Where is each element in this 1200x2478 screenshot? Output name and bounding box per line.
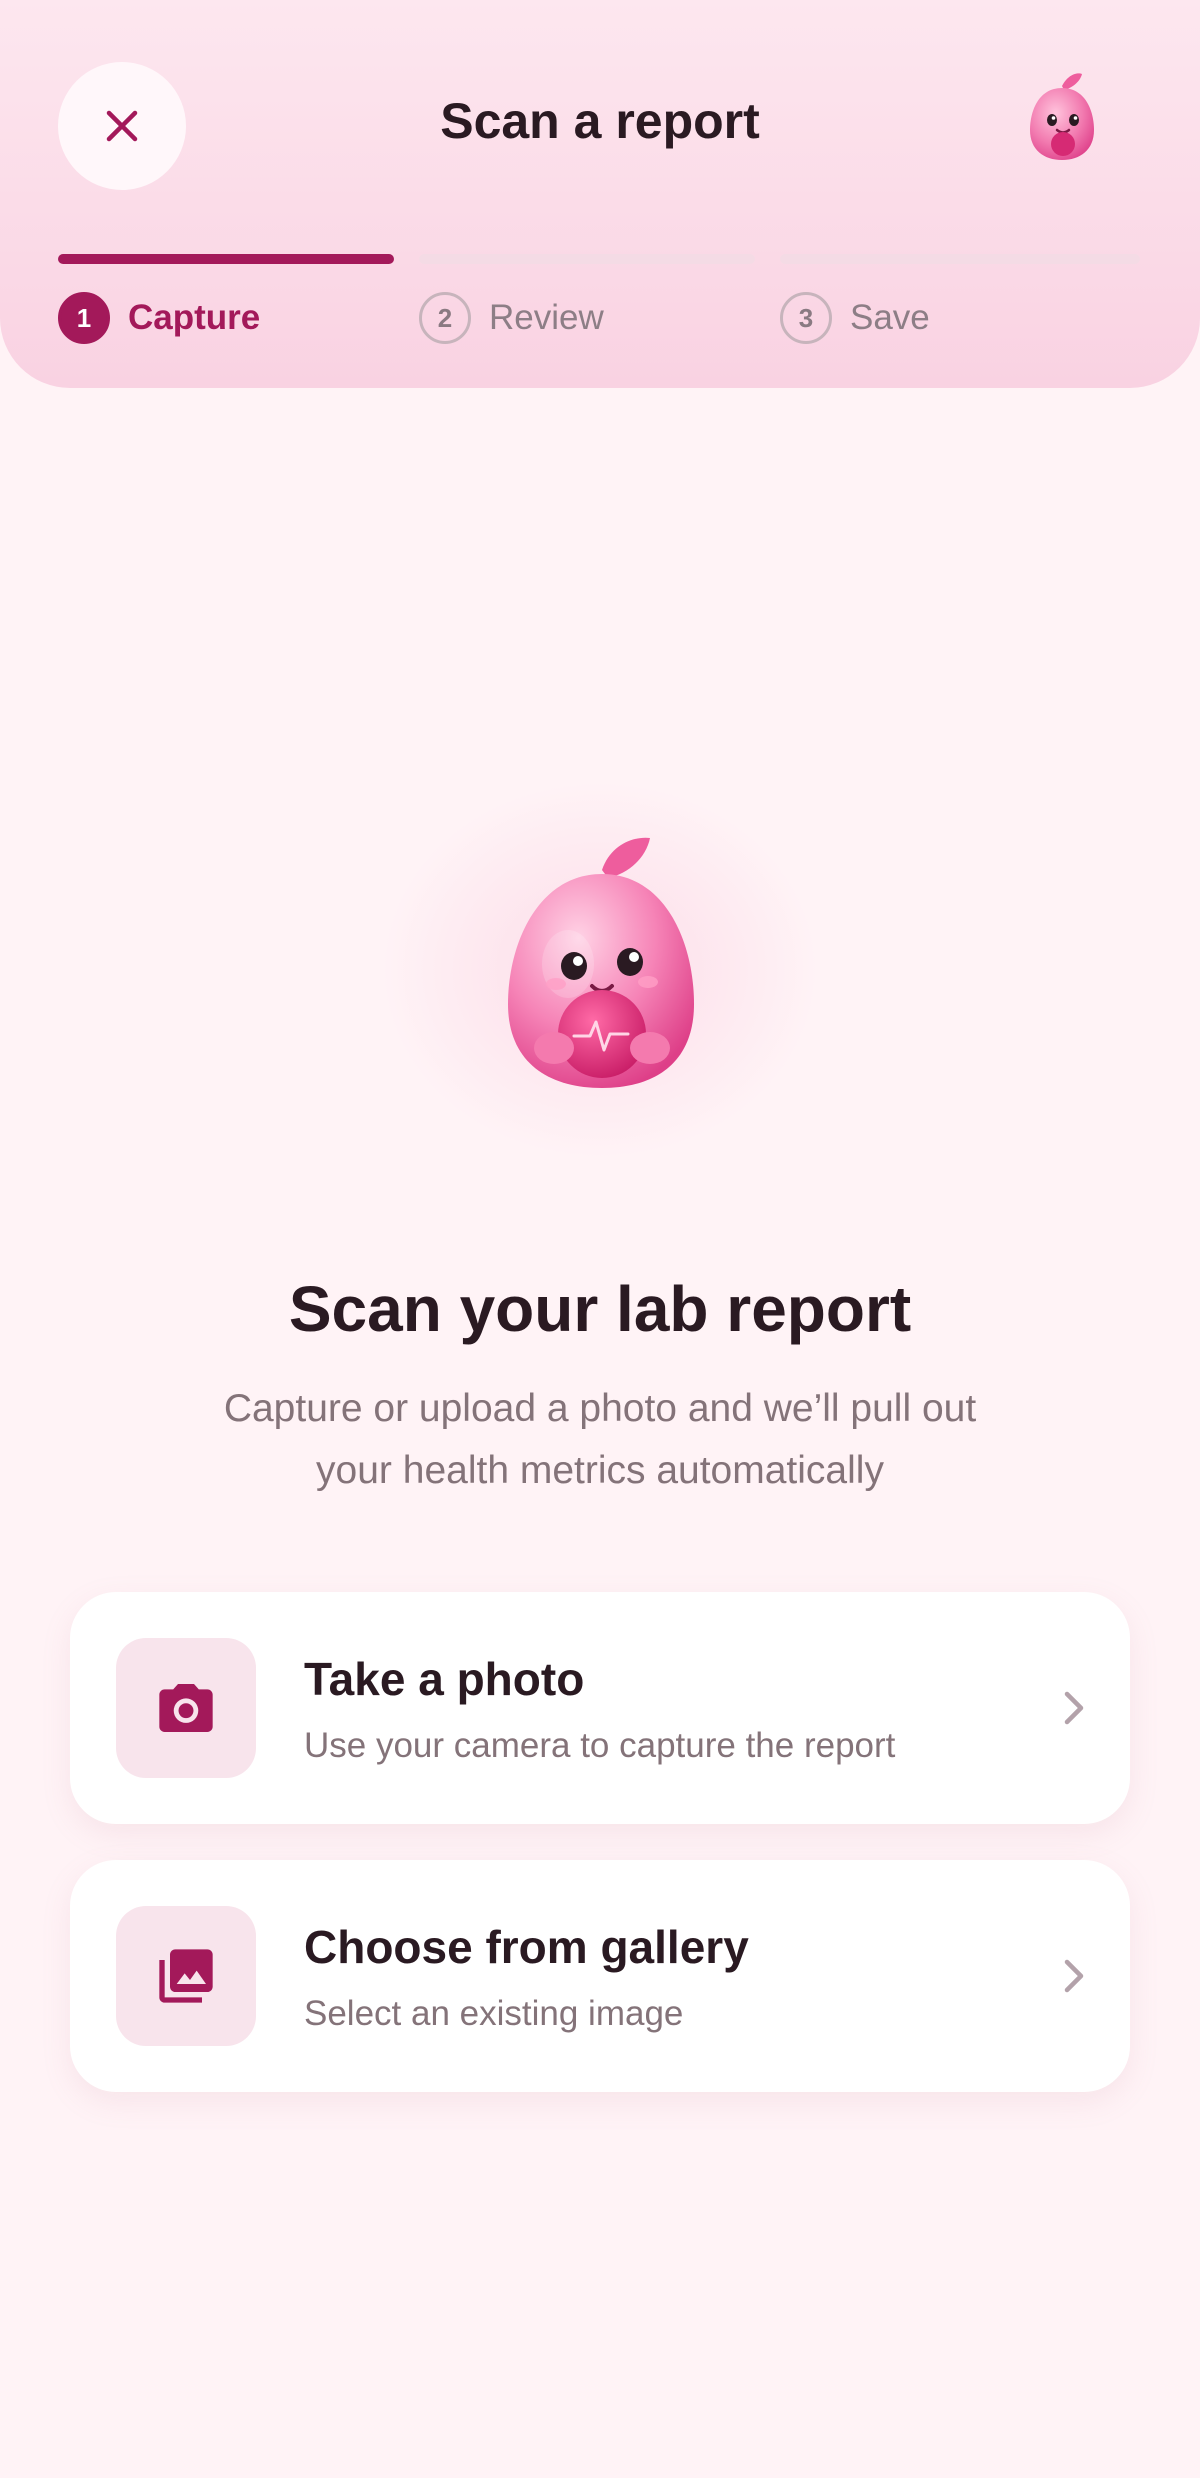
- hero-subtitle: Capture or upload a photo and we’ll pull…: [150, 1378, 1050, 1502]
- option-subtitle: Select an existing image: [304, 1994, 684, 2033]
- chevron-right-icon: [1064, 1691, 1084, 1725]
- option-title: Take a photo: [304, 1653, 585, 1705]
- progress-stepper: 1 Capture 2 Review 3 Save: [58, 254, 1140, 354]
- mascot-avatar[interactable]: [1020, 68, 1104, 164]
- hero-title: Scan your lab report: [288, 1273, 912, 1345]
- chevron-right-icon: [1064, 1959, 1084, 1993]
- gallery-icon: [159, 1949, 213, 2003]
- choose-gallery-option[interactable]: Choose from gallery Select an existing i…: [70, 1860, 1130, 2092]
- camera-icon-tile: [116, 1638, 256, 1778]
- mascot-illustration: [508, 837, 694, 1088]
- hero-subtitle-line: your health metrics automatically: [316, 1449, 884, 1492]
- step-progress-bar: [780, 254, 1140, 264]
- hero-subtitle-line: Capture or upload a photo and we’ll pull…: [223, 1387, 977, 1430]
- scan-report-screen: Scan a report 1 Capture 2 Review 3 Save …: [0, 0, 1200, 2478]
- step-label: Capture: [128, 298, 261, 337]
- step-label: Review: [489, 298, 604, 337]
- option-subtitle: Use your camera to capture the report: [304, 1726, 896, 1765]
- option-title: Choose from gallery: [304, 1921, 749, 1973]
- step-number: 2: [419, 292, 471, 344]
- step-progress-bar: [58, 254, 394, 264]
- camera-icon: [159, 1684, 213, 1732]
- step-capture: 1 Capture: [58, 254, 394, 344]
- header: Scan a report 1 Capture 2 Review 3 Save: [0, 0, 1200, 388]
- step-number: 3: [780, 292, 832, 344]
- step-number: 1: [58, 292, 110, 344]
- step-progress-bar: [419, 254, 755, 264]
- gallery-icon-tile: [116, 1906, 256, 2046]
- take-photo-option[interactable]: Take a photo Use your camera to capture …: [70, 1592, 1130, 1824]
- step-review: 2 Review: [419, 254, 755, 344]
- step-save: 3 Save: [780, 254, 1140, 344]
- step-label: Save: [850, 298, 930, 337]
